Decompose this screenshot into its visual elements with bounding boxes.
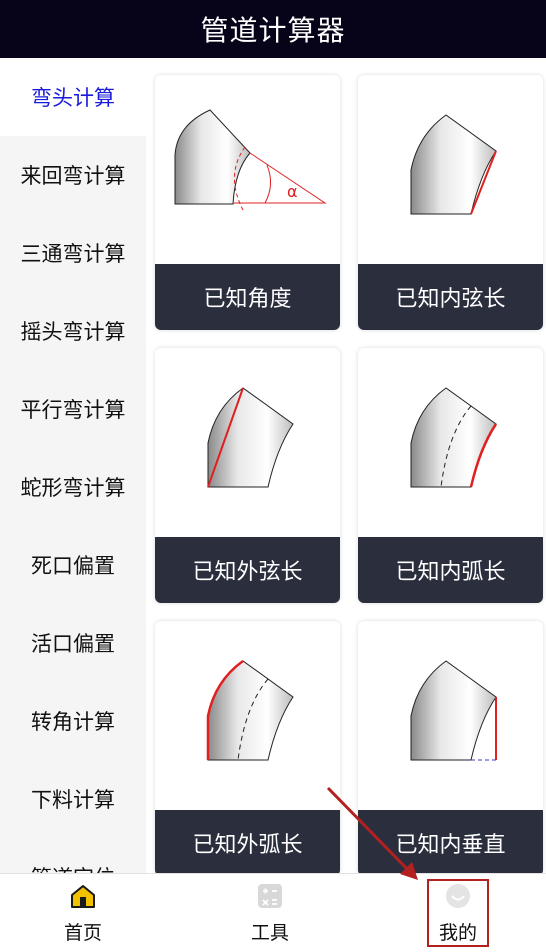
app-header: 管道计算器 bbox=[0, 0, 546, 58]
tab-home[interactable]: 首页 bbox=[33, 874, 133, 952]
card-label: 已知内弦长 bbox=[358, 264, 543, 330]
elbow-outer-chord-diagram bbox=[207, 387, 294, 488]
card-known-outer-chord[interactable]: 已知外弦长 bbox=[155, 348, 340, 603]
card-known-outer-arc[interactable]: 已知外弧长 bbox=[155, 621, 340, 873]
card-label: 已知外弦长 bbox=[155, 537, 340, 603]
calculator-icon bbox=[258, 884, 282, 908]
home-icon bbox=[71, 885, 95, 908]
card-label: 已知内弧长 bbox=[358, 537, 543, 603]
card-known-inner-arc[interactable]: 已知内弧长 bbox=[358, 348, 543, 603]
page-title: 管道计算器 bbox=[200, 14, 346, 47]
pointer-arrow-icon bbox=[326, 786, 418, 880]
sidebar-item-pipe-positioning[interactable]: 管道定位 bbox=[0, 838, 146, 873]
alpha-label: α bbox=[287, 182, 298, 201]
card-label: 已知外弧长 bbox=[155, 810, 340, 873]
tab-label: 工具 bbox=[250, 922, 289, 944]
sidebar-item-corner[interactable]: 转角计算 bbox=[0, 682, 146, 760]
tab-tools[interactable]: 工具 bbox=[220, 874, 320, 952]
sidebar-item-snake-bend[interactable]: 蛇形弯计算 bbox=[0, 448, 146, 526]
sidebar-item-rolling-bend[interactable]: 摇头弯计算 bbox=[0, 292, 146, 370]
card-known-inner-chord[interactable]: 已知内弦长 bbox=[358, 75, 543, 330]
sidebar-item-offset-bend[interactable]: 来回弯计算 bbox=[0, 136, 146, 214]
card-label: 已知角度 bbox=[155, 264, 340, 330]
sidebar-item-loose-offset[interactable]: 活口偏置 bbox=[0, 604, 146, 682]
elbow-angle-diagram: α bbox=[174, 109, 327, 211]
tab-label: 首页 bbox=[63, 922, 102, 944]
card-known-angle[interactable]: α 已知角度 bbox=[155, 75, 340, 330]
elbow-inner-chord-diagram bbox=[410, 114, 497, 215]
sidebar: 弯头计算 来回弯计算 三通弯计算 摇头弯计算 平行弯计算 蛇形弯计算 死口偏置 … bbox=[0, 58, 146, 873]
card-grid: α 已知角度 已知内弦长 已知外弦长 已知内弧长 已知外弧长 已知内垂直 bbox=[146, 58, 546, 873]
elbow-outer-arc-diagram bbox=[206, 659, 294, 761]
sidebar-item-parallel-bend[interactable]: 平行弯计算 bbox=[0, 370, 146, 448]
sidebar-item-fixed-offset[interactable]: 死口偏置 bbox=[0, 526, 146, 604]
elbow-inner-arc-diagram bbox=[410, 387, 498, 488]
sidebar-item-tee[interactable]: 三通弯计算 bbox=[0, 214, 146, 292]
sidebar-item-cutting[interactable]: 下料计算 bbox=[0, 760, 146, 838]
highlight-box bbox=[427, 879, 489, 947]
sidebar-item-elbow[interactable]: 弯头计算 bbox=[0, 58, 146, 136]
